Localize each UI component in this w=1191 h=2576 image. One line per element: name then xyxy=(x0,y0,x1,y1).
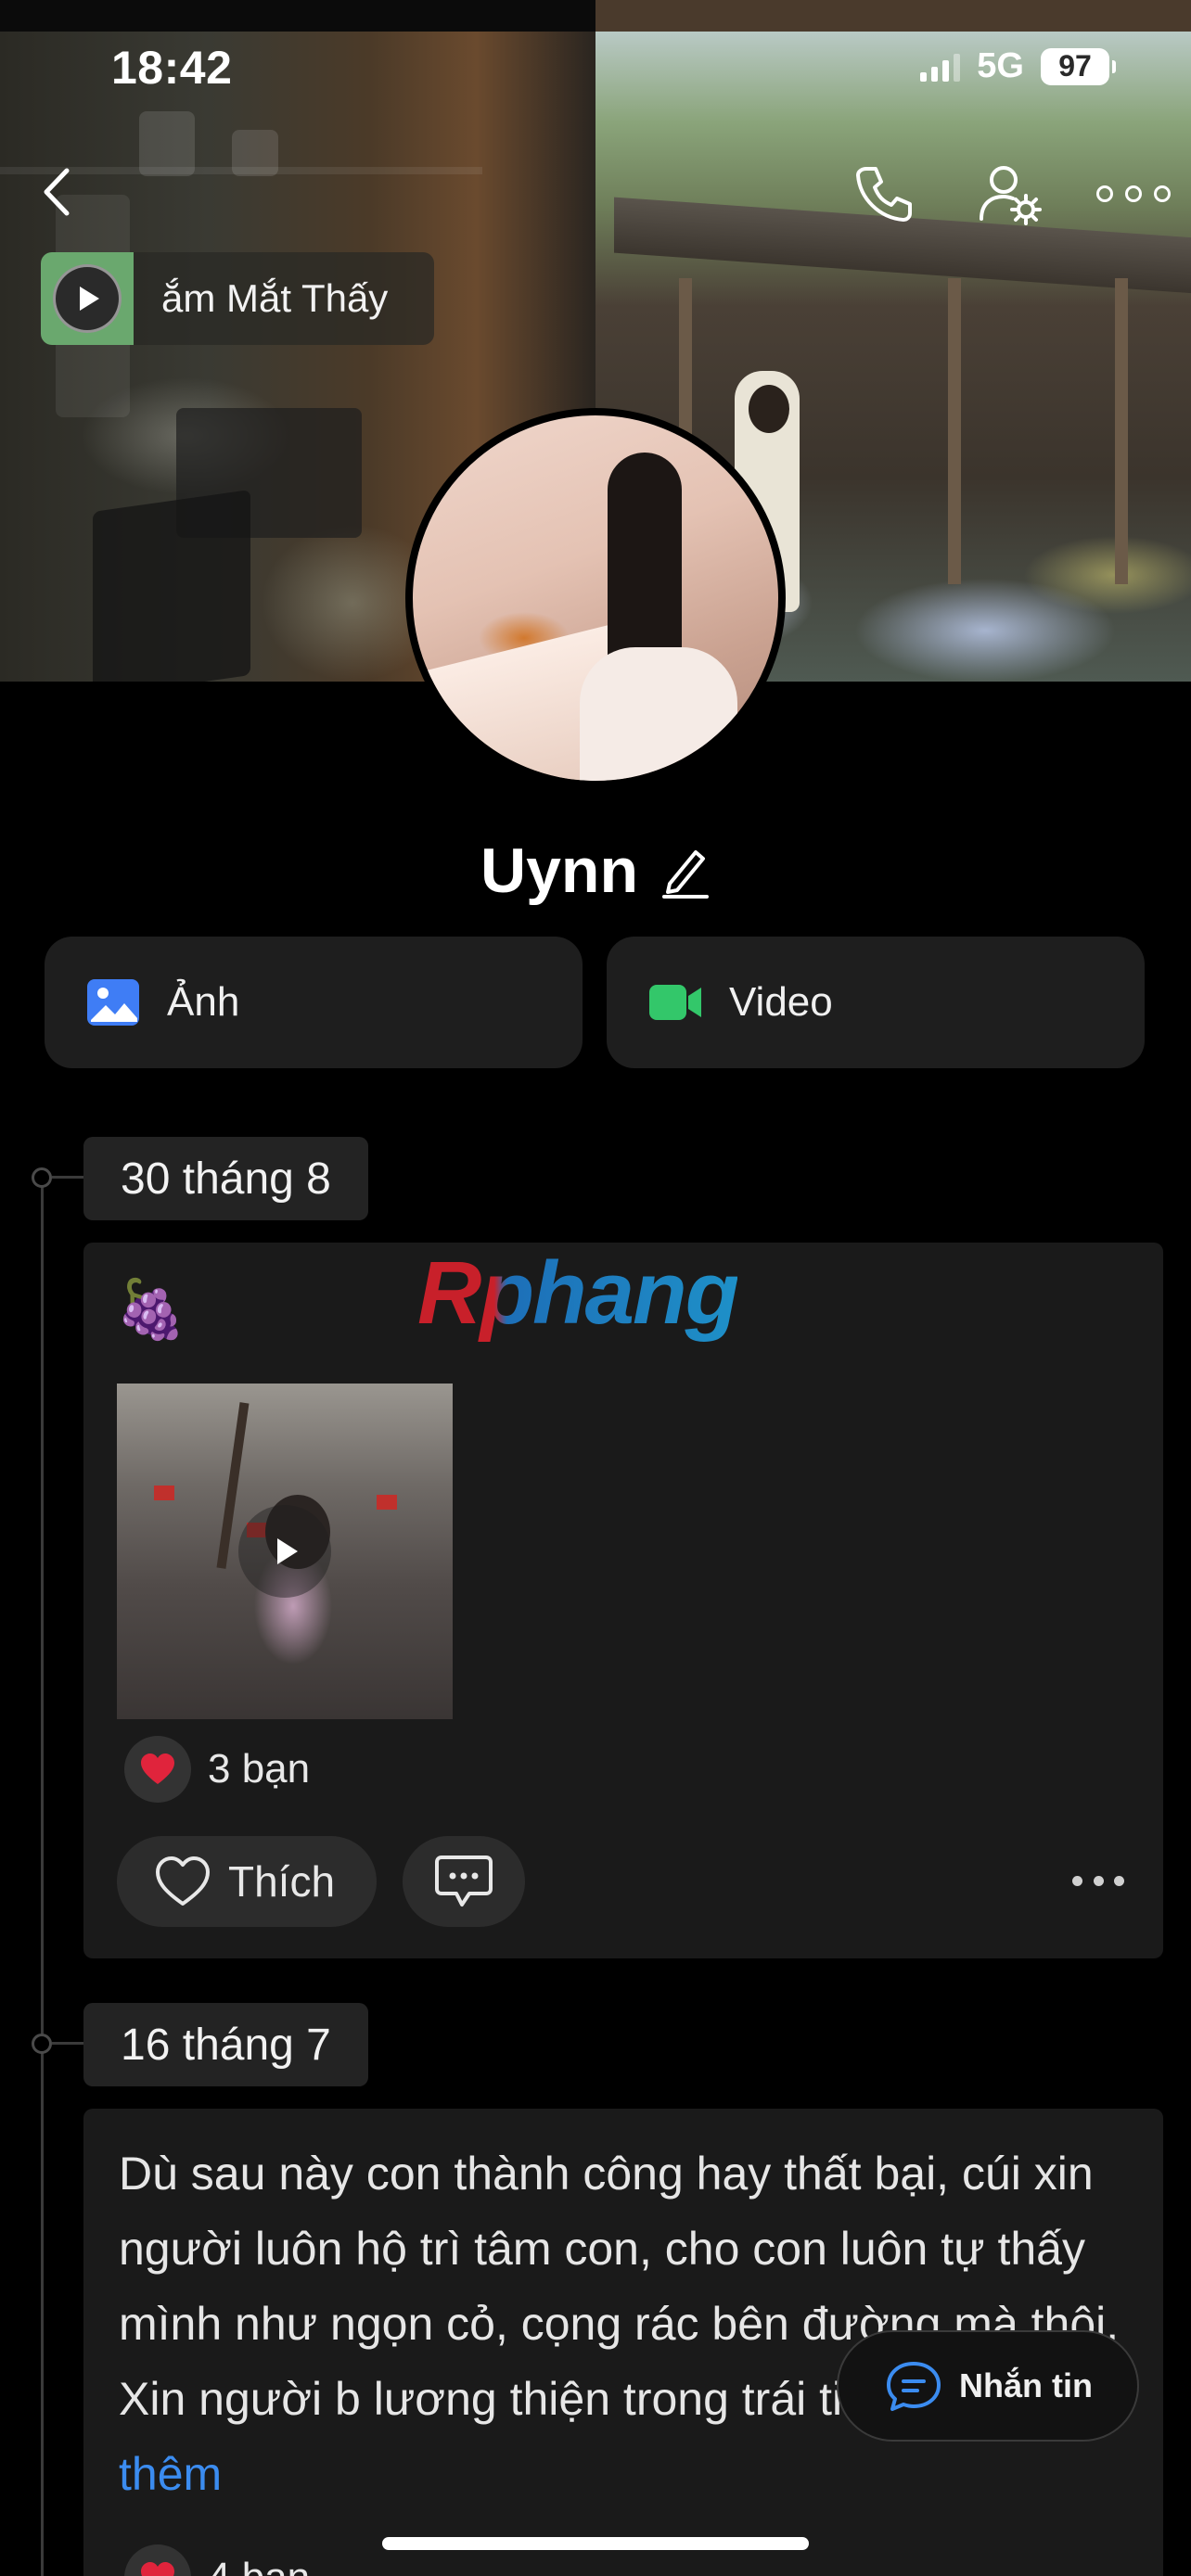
heart-icon xyxy=(124,1736,191,1803)
post-text: Dù sau này con thành công hay thất bại, … xyxy=(119,2136,1139,2512)
post-date-chip: 30 tháng 8 xyxy=(83,1137,368,1220)
watermark-logo: Rphang xyxy=(417,1243,739,1343)
profile-name: Uynn xyxy=(480,835,638,906)
more-options-button[interactable] xyxy=(1096,171,1171,217)
pencil-icon[interactable] xyxy=(660,843,711,899)
reactions-count: 3 bạn xyxy=(208,1746,311,1792)
signal-icon xyxy=(920,52,961,82)
reactions-summary[interactable]: 4 bạn xyxy=(124,2544,310,2576)
ellipsis-icon xyxy=(1096,185,1113,202)
music-thumbnail xyxy=(41,252,134,345)
post-date-chip: 16 tháng 7 xyxy=(83,2003,368,2086)
profile-name-row: Uynn xyxy=(0,835,1191,907)
photos-label: Ảnh xyxy=(167,979,240,1025)
battery-icon: 97 xyxy=(1041,47,1116,85)
post-video-thumbnail[interactable] xyxy=(117,1384,453,1719)
post-card[interactable]: 🍇 Rphang 3 bạn Thích xyxy=(83,1243,1163,1958)
user-settings-icon xyxy=(980,166,1042,225)
grapes-emoji: 🍇 xyxy=(115,1278,187,1342)
play-icon[interactable] xyxy=(238,1505,331,1598)
chevron-left-icon xyxy=(44,168,70,216)
profile-music[interactable]: ắm Mắt Thấy xyxy=(41,252,434,345)
comment-button[interactable] xyxy=(403,1836,525,1927)
comment-icon xyxy=(435,1855,493,1906)
timeline-dot xyxy=(32,2034,52,2054)
chat-bubble-icon xyxy=(887,2362,941,2411)
heart-outline-icon xyxy=(156,1856,210,1906)
video-camera-icon xyxy=(649,985,701,1020)
music-title: ắm Mắt Thấy xyxy=(161,276,389,320)
timeline-dot xyxy=(32,1167,52,1188)
timeline-connector xyxy=(52,1176,83,1179)
home-indicator[interactable] xyxy=(382,2537,809,2550)
profile-settings-button[interactable] xyxy=(978,161,1043,226)
back-button[interactable] xyxy=(32,159,83,224)
image-icon xyxy=(87,979,139,1026)
status-time: 18:42 xyxy=(111,42,233,94)
reactions-count: 4 bạn xyxy=(208,2555,310,2576)
ellipsis-icon xyxy=(1072,1875,1082,1886)
like-button[interactable]: Thích xyxy=(117,1836,377,1927)
timeline-connector xyxy=(52,2042,83,2045)
battery-level: 97 xyxy=(1058,49,1092,83)
heart-icon xyxy=(124,2544,191,2576)
timeline-line xyxy=(41,1176,44,2576)
network-type: 5G xyxy=(977,46,1024,85)
reactions-summary[interactable]: 3 bạn xyxy=(124,1736,310,1803)
post-more-button[interactable] xyxy=(1072,1873,1124,1888)
photos-button[interactable]: Ảnh xyxy=(45,937,583,1068)
avatar[interactable] xyxy=(405,408,786,788)
call-button[interactable] xyxy=(853,163,915,224)
message-button[interactable]: Nhắn tin xyxy=(837,2330,1139,2442)
message-label: Nhắn tin xyxy=(959,2366,1093,2404)
phone-icon xyxy=(856,167,912,222)
status-indicators: 5G 97 xyxy=(920,46,1116,86)
videos-label: Video xyxy=(729,979,833,1025)
play-icon xyxy=(53,264,122,333)
like-label: Thích xyxy=(228,1857,336,1906)
videos-button[interactable]: Video xyxy=(607,937,1145,1068)
